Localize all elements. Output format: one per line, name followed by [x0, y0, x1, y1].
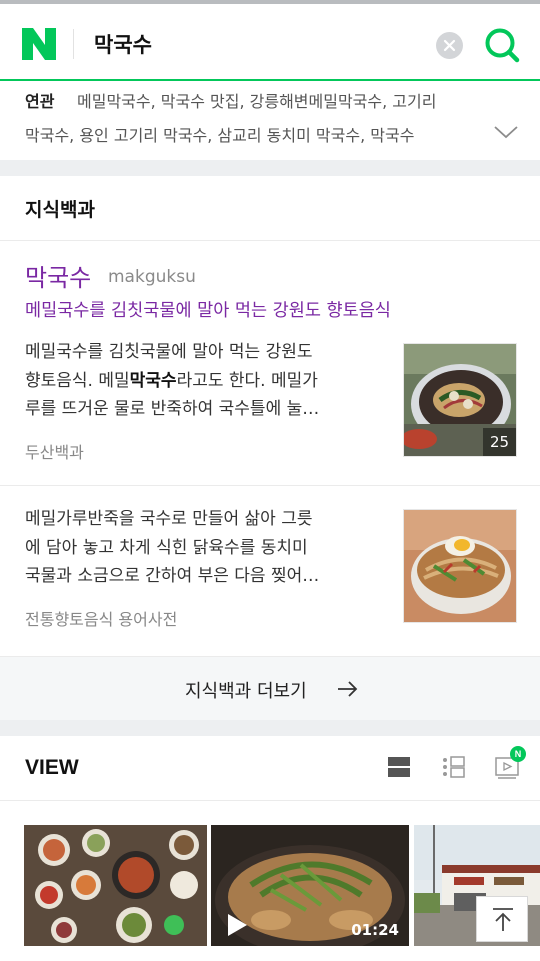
section-gap [0, 720, 540, 736]
list-view-icon[interactable] [386, 754, 412, 780]
entry2-source[interactable]: 전통향토음식 용어사전 [25, 606, 177, 630]
card-view-icon[interactable] [440, 754, 466, 780]
search-input[interactable] [94, 24, 414, 64]
view-section-title: VIEW [25, 756, 79, 779]
search-header [0, 4, 540, 81]
more-label: 지식백과 더보기 [185, 681, 307, 702]
entry-source[interactable]: 두산백과 [25, 439, 84, 463]
desc-line: 메밀가루반죽을 국수로 만들어 삶아 그릇 [25, 509, 313, 529]
related-fade [430, 119, 486, 145]
image-count-badge: 25 [483, 428, 516, 456]
entry-thumbnail[interactable]: 25 [403, 343, 517, 457]
view-thumbnail-1[interactable] [24, 825, 207, 946]
arrow-right-icon [338, 681, 358, 697]
encyclopedia-more-button[interactable]: 지식백과 더보기 [0, 656, 540, 720]
video-duration: 01:24 [351, 921, 399, 939]
new-badge: N [510, 746, 526, 762]
search-magnifier-icon[interactable] [484, 26, 520, 64]
clear-x-icon[interactable] [436, 32, 463, 59]
desc-line: 메밀국수를 김칫국물에 말아 먹는 강원도 [25, 342, 313, 362]
entry-subtitle-link[interactable]: 메밀국수를 김칫국물에 말아 먹는 강원도 향토음식 [25, 297, 391, 322]
desc-line: 루를 뜨거운 물로 반죽하여 국수틀에 눌… [25, 399, 320, 419]
chevron-down-icon[interactable] [493, 124, 519, 140]
divider [0, 800, 540, 801]
desc-line: 에 담아 놓고 차게 식힌 닭육수를 동치미 [25, 537, 308, 558]
encyclopedia-section-title: 지식백과 [25, 199, 95, 221]
play-icon [228, 914, 247, 936]
divider [0, 485, 540, 486]
entry2-thumbnail[interactable] [403, 509, 517, 623]
scroll-to-top-icon[interactable] [476, 896, 528, 942]
entry2-description[interactable]: 메밀가루반죽을 국수로 만들어 삶아 그릇 에 담아 놓고 차게 식힌 닭육수를… [25, 505, 380, 591]
related-keywords-line2[interactable]: 막국수, 용인 고기리 막국수, 삼교리 동치미 막국수, 막국수 [25, 122, 480, 146]
desc-line: 향토음식. 메밀막국수라고도 한다. 메밀가 [25, 370, 318, 391]
entry-romanized: makguksu [108, 267, 196, 287]
related-searches: 연관 메밀막국수, 막국수 맛집, 강릉해변메밀막국수, 고기리 막국수, 용인… [0, 83, 540, 160]
related-label: 연관 [25, 92, 55, 111]
section-gap [0, 160, 540, 176]
entry-description[interactable]: 메밀국수를 김칫국물에 말아 먹는 강원도 향토음식. 메밀막국수라고도 한다.… [25, 338, 380, 424]
view-thumbnail-2[interactable]: 01:24 [211, 825, 409, 946]
divider [0, 240, 540, 241]
entry-title-link[interactable]: 막국수 [25, 258, 91, 293]
desc-line: 국물과 소금으로 간하여 부은 다음 찢어… [25, 566, 320, 586]
naver-logo-icon[interactable] [22, 28, 56, 60]
logo-divider [73, 29, 74, 59]
related-keywords-line1[interactable]: 메밀막국수, 막국수 맛집, 강릉해변메밀막국수, 고기리 [77, 88, 527, 112]
